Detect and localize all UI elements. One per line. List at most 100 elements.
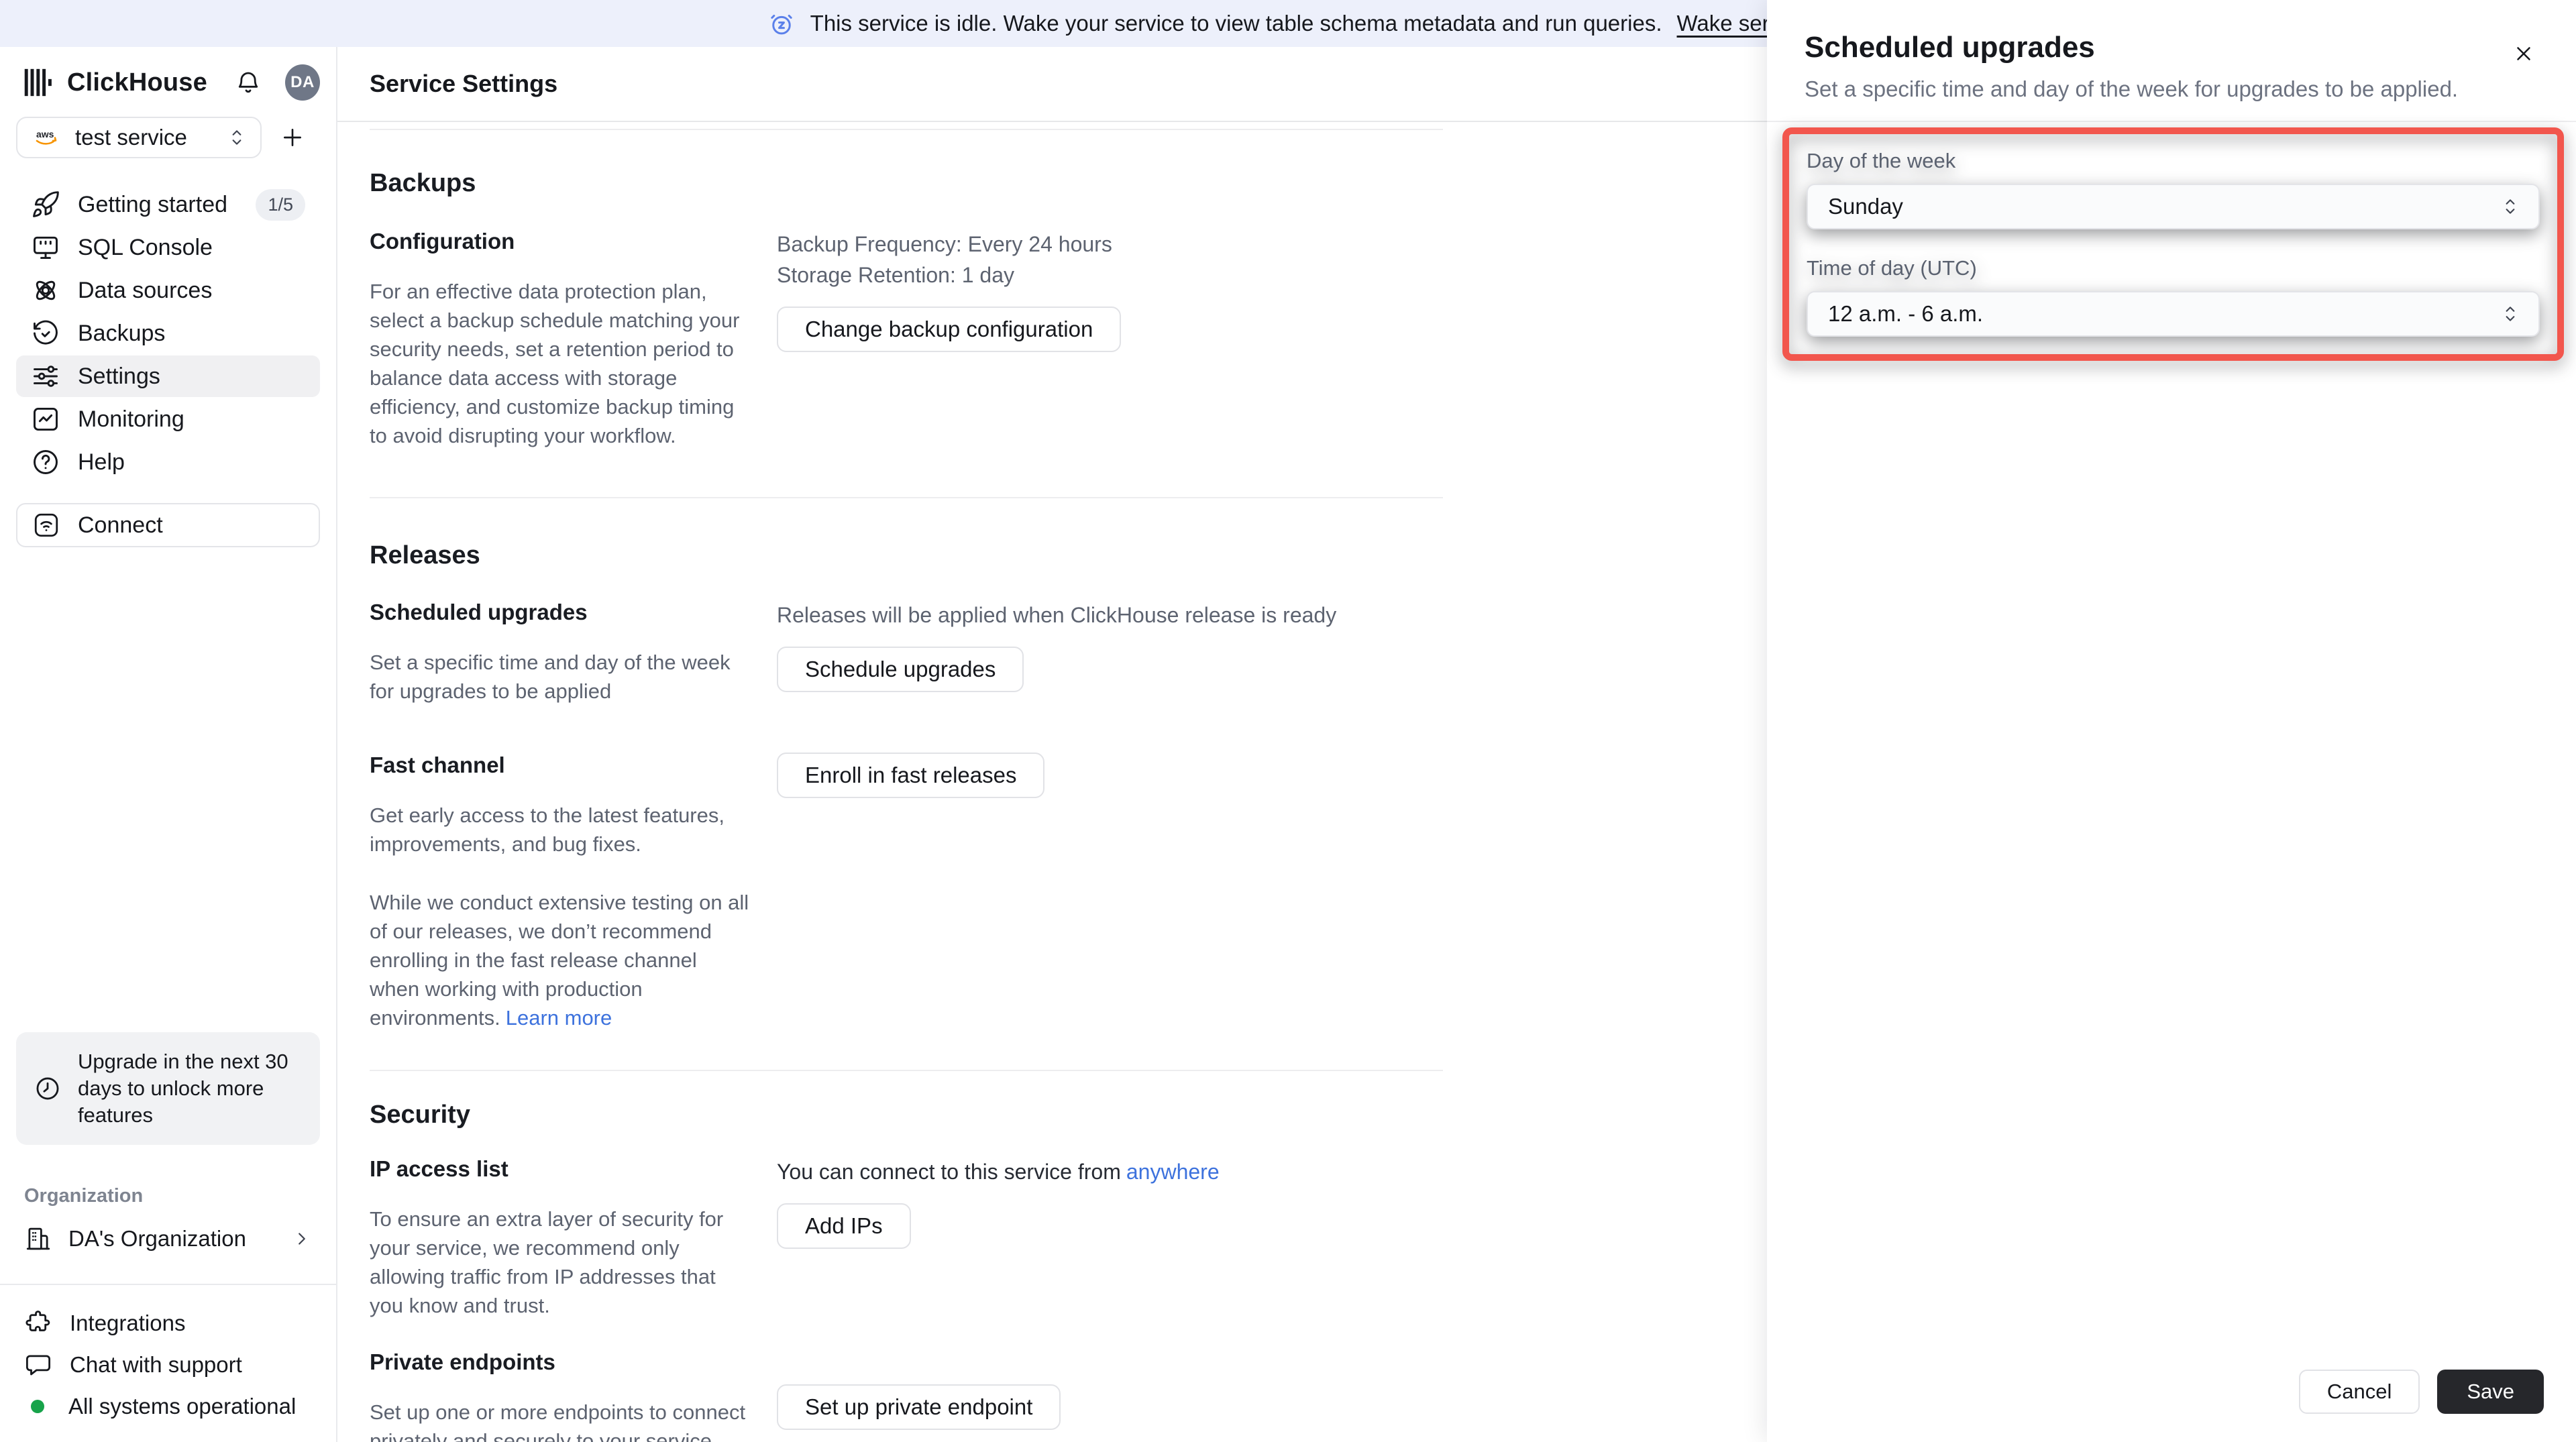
svg-text:aws: aws (36, 129, 54, 140)
connect-button[interactable]: Connect (16, 503, 320, 547)
history-clock-icon (31, 319, 60, 348)
chevron-updown-icon (2502, 197, 2518, 217)
add-ips-button[interactable]: Add IPs (777, 1203, 911, 1249)
connect-from-note: You can connect to this service from anyw… (777, 1156, 1220, 1187)
sidebar-item-backups[interactable]: Backups (16, 313, 320, 354)
row-description: To ensure an extra layer of security for… (370, 1207, 724, 1317)
divider (370, 497, 1443, 498)
annotation-highlight: Day of the week Sunday Time of day (UTC)… (1782, 127, 2564, 361)
sliders-icon (31, 362, 60, 391)
panel-subtitle: Set a specific time and day of the week … (1805, 76, 2459, 101)
puzzle-icon (24, 1309, 52, 1337)
footer-item-label: All systems operational (68, 1394, 297, 1419)
sidebar-item-getting-started[interactable]: Getting started 1/5 (16, 184, 320, 225)
cancel-button[interactable]: Cancel (2298, 1370, 2420, 1414)
connect-from-prefix: You can connect to this service from (777, 1160, 1121, 1184)
sidebar-item-data-sources[interactable]: Data sources (16, 270, 320, 311)
service-row: aws test service (16, 117, 320, 158)
sidebar-item-label: Help (78, 449, 125, 475)
organization-switcher[interactable]: DA's Organization (16, 1219, 320, 1258)
sidebar-item-label: SQL Console (78, 234, 213, 260)
footer-item-label: Integrations (70, 1311, 186, 1335)
sidebar-nav: Getting started 1/5 SQL Console Data sou… (16, 184, 320, 483)
sidebar-item-integrations[interactable]: Integrations (16, 1304, 320, 1343)
scheduled-upgrades-panel: Scheduled upgrades Set a specific time a… (1767, 0, 2576, 1442)
wifi-square-icon (32, 511, 60, 539)
storage-retention-value: Storage Retention: 1 day (777, 263, 1015, 287)
chevron-updown-icon (228, 127, 246, 148)
upgrade-notice-text: Upgrade in the next 30 days to unlock mo… (78, 1050, 288, 1127)
sidebar-item-label: Monitoring (78, 406, 184, 432)
field-label: Day of the week (1807, 149, 1956, 172)
sidebar-item-label: Getting started (78, 191, 228, 217)
releases-ready-note: Releases will be applied when ClickHouse… (777, 603, 1337, 627)
time-of-day-field: Time of day (UTC) 12 a.m. - 6 a.m. (1807, 256, 2540, 337)
clickhouse-logo-icon (24, 68, 54, 97)
sidebar-item-monitoring[interactable]: Monitoring (16, 398, 320, 440)
page-title: Service Settings (370, 70, 558, 97)
add-service-button[interactable] (274, 119, 311, 156)
upgrade-notice[interactable]: Upgrade in the next 30 days to unlock mo… (16, 1032, 320, 1145)
anywhere-link[interactable]: anywhere (1126, 1160, 1220, 1184)
chart-icon (31, 404, 60, 434)
system-status[interactable]: All systems operational (16, 1387, 320, 1426)
row-title: IP access list (370, 1156, 508, 1181)
day-of-week-field: Day of the week Sunday (1807, 149, 2540, 229)
sidebar: ClickHouse DA aws test service Getting s… (0, 47, 337, 1442)
time-of-day-select[interactable]: 12 a.m. - 6 a.m. (1807, 291, 2540, 337)
row-title: Private endpoints (370, 1349, 555, 1374)
save-button[interactable]: Save (2437, 1370, 2544, 1414)
row-description: Set a specific time and day of the week … (370, 651, 731, 703)
row-title: Scheduled upgrades (370, 600, 588, 624)
enroll-fast-releases-button[interactable]: Enroll in fast releases (777, 753, 1045, 798)
sidebar-item-label: Data sources (78, 277, 213, 303)
brand-name: ClickHouse (67, 68, 207, 97)
help-circle-icon (31, 447, 60, 477)
sidebar-item-help[interactable]: Help (16, 441, 320, 483)
avatar[interactable]: DA (284, 64, 320, 101)
connect-label: Connect (78, 512, 163, 538)
status-green-dot (31, 1400, 44, 1413)
panel-footer: Cancel Save (1767, 1370, 2576, 1442)
notifications-bell-icon[interactable] (234, 68, 262, 97)
close-icon[interactable] (2509, 39, 2538, 68)
setup-private-endpoint-button[interactable]: Set up private endpoint (777, 1384, 1061, 1430)
brand-row: ClickHouse DA (16, 64, 320, 101)
divider (0, 1284, 336, 1285)
day-of-week-select[interactable]: Sunday (1807, 184, 2540, 229)
sidebar-item-sql-console[interactable]: SQL Console (16, 227, 320, 268)
console-monitor-icon (31, 233, 60, 262)
chevron-right-icon (292, 1229, 312, 1249)
progress-badge: 1/5 (256, 188, 305, 221)
sidebar-item-chat-support[interactable]: Chat with support (16, 1345, 320, 1384)
backup-frequency-value: Backup Frequency: Every 24 hours (777, 232, 1112, 256)
change-backup-configuration-button[interactable]: Change backup configuration (777, 307, 1122, 352)
sidebar-footer: Integrations Chat with support All syste… (16, 1304, 320, 1426)
rocket-icon (31, 190, 60, 219)
row-title: Configuration (370, 229, 515, 254)
learn-more-link[interactable]: Learn more (506, 1006, 612, 1030)
idle-banner-text: This service is idle. Wake your service … (810, 11, 1662, 36)
service-selector[interactable]: aws test service (16, 117, 262, 158)
sidebar-item-label: Backups (78, 320, 166, 346)
footer-item-label: Chat with support (70, 1352, 242, 1377)
panel-header: Scheduled upgrades Set a specific time a… (1767, 0, 2576, 122)
snooze-alarm-icon (767, 9, 796, 38)
field-label: Time of day (UTC) (1807, 256, 1977, 280)
row-description-secondary: While we conduct extensive testing on al… (370, 888, 752, 1032)
row-description: Get early access to the latest features,… (370, 803, 724, 856)
divider (370, 129, 1443, 130)
chevron-updown-icon (2502, 304, 2518, 324)
building-icon (24, 1225, 52, 1253)
sidebar-item-settings[interactable]: Settings (16, 355, 320, 397)
panel-title: Scheduled upgrades (1805, 31, 2095, 64)
select-value: Sunday (1828, 194, 1903, 219)
divider (370, 1070, 1443, 1071)
orbit-icon (31, 276, 60, 305)
aws-icon: aws (32, 127, 60, 148)
clock-icon (34, 1074, 62, 1103)
schedule-upgrades-button[interactable]: Schedule upgrades (777, 647, 1024, 692)
organization-label: Organization (24, 1185, 144, 1207)
organization-name: DA's Organization (68, 1226, 246, 1251)
